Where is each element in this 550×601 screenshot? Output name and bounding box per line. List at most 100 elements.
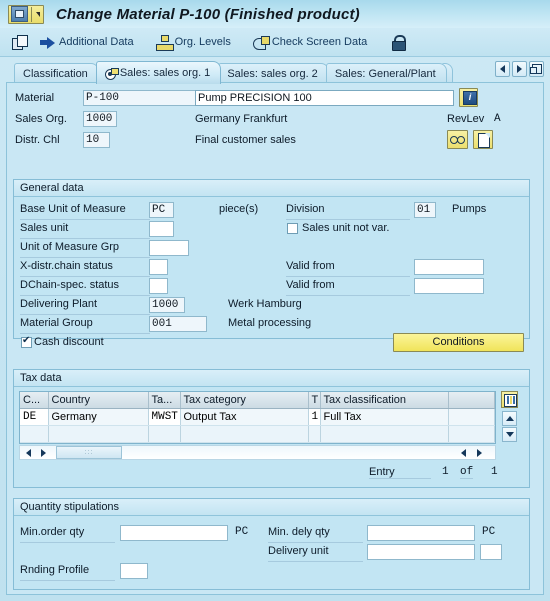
hscroll-left-button[interactable] <box>22 446 35 459</box>
scroll-up-button[interactable] <box>502 411 517 426</box>
info-button[interactable]: i <box>459 88 478 107</box>
material-group-input[interactable]: 001 <box>149 316 207 332</box>
tab-classification-label: Classification <box>23 68 88 80</box>
distr-chl-input[interactable]: 10 <box>83 132 110 148</box>
valid-from-2-input[interactable] <box>414 278 484 294</box>
cell-country[interactable] <box>48 425 149 443</box>
entry-label: Entry <box>369 466 431 479</box>
cell-spacer <box>448 425 495 443</box>
cell-tax-classification[interactable] <box>320 425 449 443</box>
check-screen-data-button[interactable]: Check Screen Data <box>249 31 371 53</box>
revlev-label: RevLev <box>447 113 485 125</box>
uom-group-input[interactable] <box>149 240 189 256</box>
col-country[interactable]: Country <box>48 392 149 409</box>
xdistr-chain-status-label: X-distr.chain status <box>20 257 150 277</box>
delivery-unit-uom-input[interactable] <box>480 544 502 560</box>
tax-table[interactable]: C... Country Ta... Tax category T Tax cl… <box>19 391 496 444</box>
sales-org-row: Sales Org. 1000 Germany Frankfurt RevLev… <box>7 110 545 129</box>
col-tax-classification[interactable]: Tax classification <box>320 392 449 409</box>
left-arrow-icon <box>500 65 505 73</box>
conditions-button[interactable]: Conditions <box>393 333 524 352</box>
min-order-qty-input[interactable] <box>120 525 228 541</box>
tab-sales-general-plant-label: Sales: General/Plant <box>334 68 436 80</box>
cell-tax-key[interactable]: MWST <box>148 408 181 426</box>
additional-data-label: Additional Data <box>59 36 134 48</box>
col-tax-class-key[interactable]: T <box>308 392 321 409</box>
division-text: Pumps <box>452 203 487 215</box>
valid-from-2-label: Valid from <box>286 276 410 296</box>
tab-sales-sales-org-1[interactable]: Sales: sales org. 1 <box>95 61 222 84</box>
tab-list: Classification Sales: sales org. 1 Sales… <box>14 60 453 84</box>
table-row[interactable] <box>20 425 495 443</box>
min-dely-qty-label: Min. dely qty <box>268 523 363 543</box>
tab-classification[interactable]: Classification <box>14 63 99 84</box>
org-levels-button[interactable]: Org. Levels <box>152 31 235 53</box>
tax-table-header-row: C... Country Ta... Tax category T Tax cl… <box>20 392 495 409</box>
tax-data-group: Tax data C... Country Ta... Tax category… <box>13 369 530 488</box>
cell-tax-category[interactable]: Output Tax <box>180 408 309 426</box>
cell-country-key[interactable] <box>20 425 49 443</box>
cell-tax-class-key[interactable]: 1 <box>308 408 321 426</box>
material-group-text: Metal processing <box>228 317 312 329</box>
dchain-spec-status-input[interactable] <box>149 278 168 294</box>
sales-org-input[interactable]: 1000 <box>83 111 117 127</box>
page-button[interactable] <box>473 130 493 149</box>
quantity-stipulations-title: Quantity stipulations <box>14 499 529 516</box>
system-menu-button[interactable] <box>8 4 44 24</box>
cell-country-key[interactable]: DE <box>20 408 49 426</box>
base-uom-input[interactable]: PC <box>149 202 174 218</box>
tab-next-button[interactable] <box>512 61 527 77</box>
hscroll-right-button[interactable] <box>37 446 50 459</box>
material-input[interactable]: P-100 <box>83 90 208 106</box>
glasses-icon <box>450 135 466 144</box>
tab-prev-button[interactable] <box>495 61 510 77</box>
col-country-key[interactable]: C... <box>20 392 49 409</box>
hscroll-page-right-button[interactable] <box>473 446 486 459</box>
distr-chl-row: Distr. Chl 10 Final customer sales <box>7 130 545 150</box>
sales-org-label: Sales Org. <box>15 113 67 125</box>
cell-country[interactable]: Germany <box>48 408 149 426</box>
rnding-profile-input[interactable] <box>120 563 148 579</box>
cell-tax-classification[interactable]: Full Tax <box>320 408 449 426</box>
division-input[interactable]: 01 <box>414 202 436 218</box>
window-title: Change Material P-100 (Finished product) <box>56 5 360 23</box>
uom-group-label: Unit of Measure Grp <box>20 238 150 258</box>
page-icon <box>478 133 490 148</box>
delivering-plant-input[interactable]: 1000 <box>149 297 185 313</box>
tab-sales-sales-org-2[interactable]: Sales: sales org. 2 <box>218 63 329 84</box>
delivering-plant-text: Werk Hamburg <box>228 298 302 310</box>
tax-table-hscrollbar[interactable]: ::: <box>19 445 496 460</box>
delivery-unit-input[interactable] <box>367 544 475 560</box>
cell-tax-class-key[interactable] <box>308 425 321 443</box>
copy-button[interactable] <box>8 31 32 53</box>
sales-unit-input[interactable] <box>149 221 174 237</box>
min-order-qty-label: Min.order qty <box>20 523 115 543</box>
material-description-input[interactable]: Pump PRECISION 100 <box>195 90 454 106</box>
tab-sales-general-plant[interactable]: Sales: General/Plant <box>325 63 447 84</box>
cell-tax-key[interactable] <box>148 425 181 443</box>
tab-list-button[interactable] <box>529 61 544 77</box>
glasses-button[interactable] <box>447 130 468 149</box>
valid-from-1-label: Valid from <box>286 257 410 277</box>
content-panel: Material P-100 Pump PRECISION 100 i Sale… <box>6 82 544 595</box>
col-tax-category[interactable]: Tax category <box>180 392 309 409</box>
base-uom-label: Base Unit of Measure <box>20 200 150 220</box>
material-group-label: Material Group <box>20 314 150 334</box>
cash-discount-checkbox[interactable] <box>21 335 32 348</box>
hscroll-thumb[interactable]: ::: <box>56 446 122 459</box>
material-label: Material <box>15 92 55 104</box>
rnding-profile-label: Rnding Profile <box>20 561 115 581</box>
active-tab-icon <box>104 67 119 80</box>
sales-unit-not-var-checkbox[interactable] <box>287 223 298 234</box>
valid-from-1-input[interactable] <box>414 259 484 275</box>
scroll-down-button[interactable] <box>502 427 517 442</box>
hscroll-page-left-button[interactable] <box>457 446 470 459</box>
xdistr-chain-status-input[interactable] <box>149 259 168 275</box>
lock-button[interactable] <box>387 31 411 53</box>
min-dely-qty-input[interactable] <box>367 525 475 541</box>
col-tax-key[interactable]: Ta... <box>148 392 181 409</box>
table-row[interactable]: DE Germany MWST Output Tax 1 Full Tax <box>20 408 495 426</box>
additional-data-button[interactable]: Additional Data <box>36 31 138 53</box>
grid-config-button[interactable] <box>501 391 518 408</box>
cell-tax-category[interactable] <box>180 425 309 443</box>
